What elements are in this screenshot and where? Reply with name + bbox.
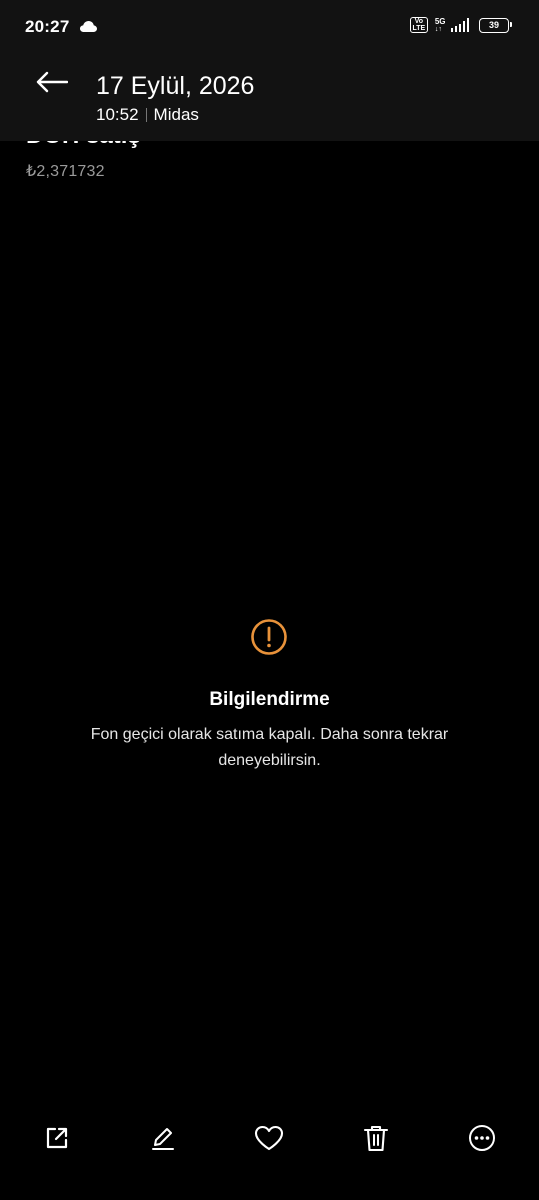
content-price: ₺2,371732 — [26, 163, 105, 180]
network-indicator: 5G ↓↑ — [434, 16, 446, 33]
status-time: 20:27 — [25, 17, 70, 36]
more-button[interactable] — [462, 1120, 502, 1160]
header-subtitle: 10:52 Midas — [96, 105, 199, 125]
info-message: Fon geçici olarak satıma kapalı. Daha so… — [90, 726, 449, 769]
volte-icon: Vo LTE — [409, 17, 428, 33]
header-date: 17 Eylül, 2026 — [96, 72, 255, 100]
heart-icon — [254, 1125, 284, 1156]
signal-icon — [450, 18, 469, 32]
arrow-left-icon — [36, 71, 69, 98]
share-button[interactable] — [37, 1120, 77, 1160]
screen: 20:27 Vo LTE 5G ↓↑ 39 17 Eylül, 2026 10:… — [0, 0, 539, 1200]
trash-icon — [363, 1124, 389, 1157]
cloud-icon — [80, 19, 97, 37]
network-type: 5G — [434, 16, 446, 26]
header-divider — [145, 108, 147, 122]
network-arrows: ↓↑ — [434, 25, 442, 33]
battery-icon: 39 — [479, 17, 512, 33]
app-header: 17 Eylül, 2026 10:52 Midas — [0, 52, 539, 141]
edit-button[interactable] — [143, 1120, 183, 1160]
header-source: Midas — [153, 105, 199, 124]
header-time: 10:52 — [96, 105, 139, 124]
share-icon — [44, 1125, 70, 1156]
back-button[interactable] — [30, 67, 74, 101]
pencil-icon — [150, 1125, 176, 1156]
delete-button[interactable] — [356, 1120, 396, 1160]
status-icons: Vo LTE 5G ↓↑ 39 — [409, 16, 512, 33]
exclamation-circle-icon — [250, 618, 288, 656]
info-title: Bilgilendirme — [209, 689, 330, 710]
more-icon — [468, 1124, 496, 1157]
volte-top-label: Vo — [414, 18, 424, 25]
battery-level: 39 — [488, 20, 499, 30]
favorite-button[interactable] — [249, 1120, 289, 1160]
status-bar: 20:27 Vo LTE 5G ↓↑ 39 — [0, 0, 539, 52]
volte-bottom-label: LTE — [412, 25, 426, 32]
